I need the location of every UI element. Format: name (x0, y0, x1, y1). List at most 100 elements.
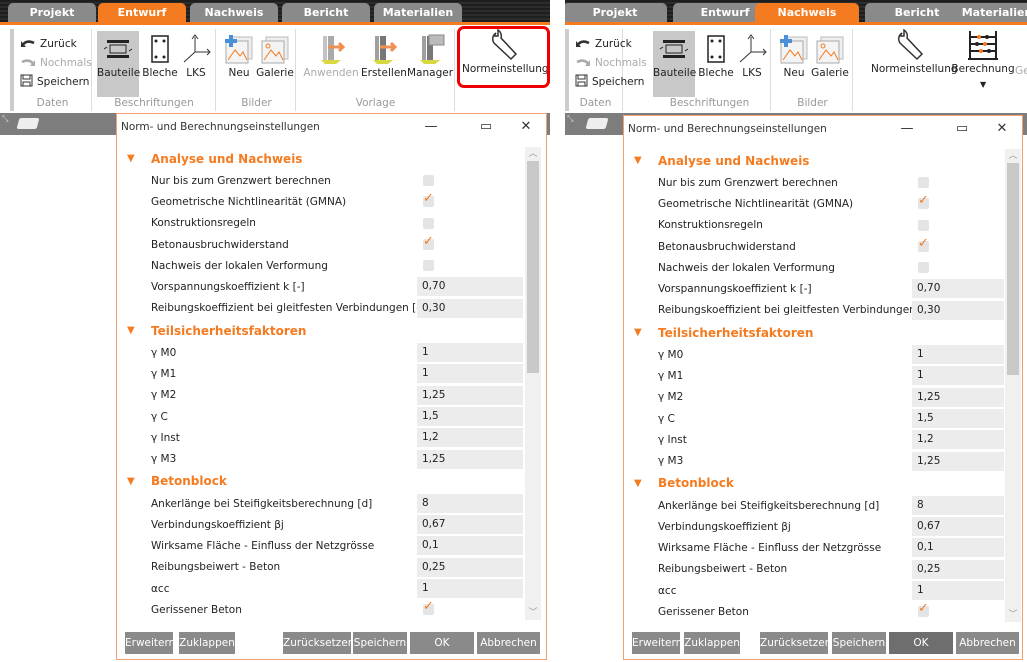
beam-3d-icon[interactable] (585, 118, 609, 129)
close-icon[interactable]: ✕ (518, 119, 534, 134)
section-header[interactable]: ▼ Analyse und Nachweis (630, 149, 1005, 172)
minimize-icon[interactable]: — (899, 121, 915, 136)
section-header[interactable]: ▼ Teilsicherheitsfaktoren (123, 319, 525, 342)
speichern-button[interactable]: Speichern (353, 632, 407, 654)
setting-value-input[interactable]: 0,25 (417, 557, 523, 577)
zuklappen-button[interactable]: Zuklappen (684, 632, 740, 654)
scrollbar[interactable]: ︿ ﹀ (525, 147, 541, 620)
setting-value-input[interactable]: 1,25 (912, 451, 1004, 471)
bauteile-button[interactable]: Bauteile (97, 31, 140, 97)
tab-nachweis[interactable]: Nachweis (190, 3, 278, 22)
setting-checkbox[interactable] (918, 262, 929, 274)
setting-value-input[interactable]: 1,25 (417, 449, 523, 469)
setting-checkbox[interactable] (423, 217, 434, 229)
erweitern-button[interactable]: Erweitern (125, 632, 175, 654)
setting-checkbox[interactable] (918, 236, 929, 252)
setting-checkbox[interactable] (918, 177, 929, 188)
setting-value-input[interactable]: 1,25 (912, 387, 1004, 407)
collapse-triangle-icon[interactable]: ▼ (630, 327, 658, 338)
tab-projekt[interactable]: Projekt (8, 3, 96, 22)
section-header[interactable]: ▼ Betonblock (123, 470, 525, 493)
scroll-up-icon[interactable]: ︿ (1005, 149, 1021, 163)
bleche-button[interactable]: Bleche (697, 31, 735, 87)
maximize-icon[interactable]: ▭ (954, 121, 970, 136)
collapse-triangle-icon[interactable]: ▼ (123, 476, 151, 487)
ok-button[interactable]: OK (889, 632, 953, 654)
setting-checkbox[interactable] (423, 175, 434, 186)
zuklappen-button[interactable]: Zuklappen (179, 632, 235, 654)
setting-value-input[interactable]: 0,70 (417, 277, 523, 297)
setting-checkbox[interactable] (918, 219, 929, 231)
bauteile-button[interactable]: Bauteile (653, 31, 696, 97)
scroll-down-icon[interactable]: ﹀ (1005, 608, 1021, 622)
setting-value-input[interactable]: 0,30 (912, 300, 1004, 320)
neu-button[interactable]: Neu (222, 31, 256, 87)
redo-button[interactable]: Nochmals (20, 54, 92, 72)
setting-value-input[interactable]: 0,70 (912, 279, 1004, 299)
lks-button[interactable]: LKS (179, 31, 213, 87)
setting-value-input[interactable]: 1 (912, 581, 1004, 601)
galerie-button[interactable]: Galerie (811, 31, 849, 87)
expand-icon[interactable]: ⤡ (2, 114, 8, 124)
setting-value-input[interactable]: 0,67 (417, 515, 523, 535)
neu-button[interactable]: Neu (777, 31, 811, 87)
galerie-button[interactable]: Galerie (256, 31, 294, 87)
setting-value-input[interactable]: 0,67 (912, 517, 1004, 537)
zuruecksetzen-button[interactable]: Zurücksetzen (760, 632, 831, 654)
setting-value-input[interactable]: 8 (912, 495, 1004, 515)
tab-materialien[interactable]: Materialien (374, 3, 462, 22)
save-button[interactable]: Speichern (20, 73, 89, 91)
setting-value-input[interactable]: 0,1 (417, 536, 523, 556)
undo-button[interactable]: Zurück (575, 35, 632, 53)
setting-checkbox[interactable] (918, 601, 929, 618)
collapse-triangle-icon[interactable]: ▼ (123, 325, 151, 336)
close-icon[interactable]: ✕ (994, 121, 1010, 136)
setting-value-input[interactable]: 0,1 (912, 538, 1004, 558)
setting-value-input[interactable]: 8 (417, 493, 523, 513)
collapse-triangle-icon[interactable]: ▼ (630, 155, 658, 166)
setting-checkbox[interactable] (423, 234, 434, 250)
setting-value-input[interactable]: 0,25 (912, 559, 1004, 579)
tab-materialien[interactable]: Materialien (945, 3, 1027, 22)
setting-checkbox[interactable] (423, 260, 434, 272)
tab-entwurf[interactable]: Entwurf (98, 3, 186, 23)
scrollbar[interactable]: ︿ ﹀ (1005, 149, 1021, 622)
dropdown-arrow-icon[interactable]: ▼ (980, 80, 986, 89)
ok-button[interactable]: OK (410, 632, 474, 654)
setting-checkbox[interactable] (423, 599, 434, 616)
section-header[interactable]: ▼ Analyse und Nachweis (123, 147, 525, 170)
setting-checkbox[interactable] (918, 193, 929, 210)
erstellen-button[interactable]: Erstellen (361, 31, 407, 87)
setting-value-input[interactable]: 1,5 (912, 408, 1004, 428)
setting-value-input[interactable]: 1,2 (912, 430, 1004, 450)
tab-projekt[interactable]: Projekt (565, 3, 667, 22)
minimize-icon[interactable]: — (423, 119, 439, 134)
setting-value-input[interactable]: 1 (912, 366, 1004, 386)
setting-value-input[interactable]: 1 (417, 343, 523, 363)
maximize-icon[interactable]: ▭ (478, 119, 494, 134)
collapse-triangle-icon[interactable]: ▼ (123, 153, 151, 164)
collapse-triangle-icon[interactable]: ▼ (630, 478, 658, 489)
setting-value-input[interactable]: 1 (417, 579, 523, 599)
manager-button[interactable]: Manager (407, 31, 453, 87)
save-button[interactable]: Speichern (575, 73, 644, 91)
normeinstellung-button[interactable]: Normeinstellung (871, 27, 958, 83)
abbrechen-button[interactable]: Abbrechen (477, 632, 540, 654)
scrollbar-thumb[interactable] (1007, 163, 1019, 375)
erweitern-button[interactable]: Erweitern (632, 632, 682, 654)
cut-off-button-label[interactable]: Ge (1015, 65, 1027, 77)
abbrechen-button[interactable]: Abbrechen (956, 632, 1019, 654)
setting-value-input[interactable]: 0,30 (417, 298, 523, 318)
tab-bericht[interactable]: Bericht (282, 3, 370, 22)
scroll-down-icon[interactable]: ﹀ (525, 606, 541, 620)
setting-value-input[interactable]: 1 (417, 364, 523, 384)
beam-3d-icon[interactable] (16, 118, 40, 129)
setting-value-input[interactable]: 1,2 (417, 428, 523, 448)
setting-value-input[interactable]: 1,25 (417, 385, 523, 405)
undo-button[interactable]: Zurück (20, 35, 77, 53)
berechnung-button[interactable]: Berechnung (951, 27, 1015, 83)
zuruecksetzen-button[interactable]: Zurücksetzen (283, 632, 354, 654)
setting-checkbox[interactable] (423, 191, 434, 208)
setting-value-input[interactable]: 1 (912, 345, 1004, 365)
bleche-button[interactable]: Bleche (141, 31, 179, 87)
